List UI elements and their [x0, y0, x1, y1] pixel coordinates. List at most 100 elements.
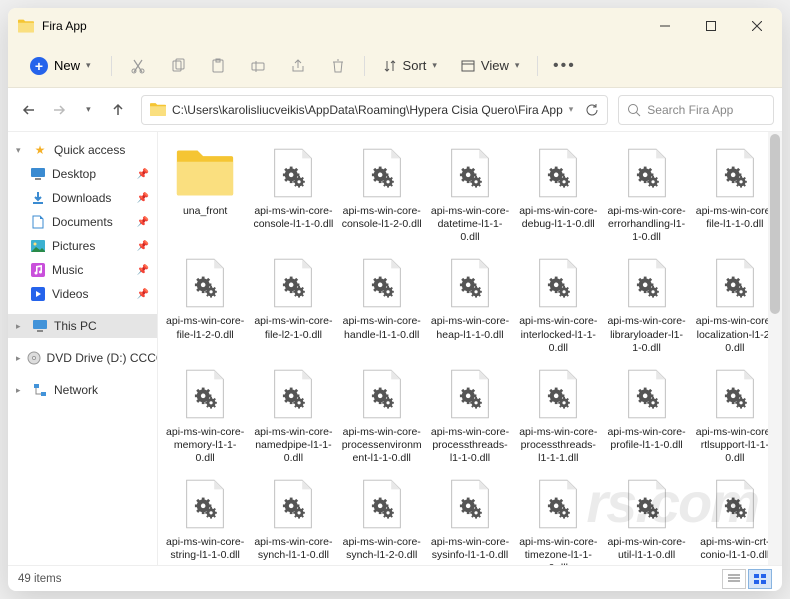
file-label: una_front [183, 205, 227, 218]
pin-icon: 📌 [137, 241, 149, 252]
file-item[interactable]: api-ms-win-core-file-l1-1-0.dll [692, 140, 778, 248]
chevron-down-icon: ▾ [86, 60, 91, 71]
sidebar-item-music[interactable]: Music📌 [8, 258, 157, 282]
file-item[interactable]: api-ms-win-core-heap-l1-1-0.dll [427, 250, 513, 358]
sidebar-label: DVD Drive (D:) CCCO [47, 351, 157, 365]
sidebar-item-desktop[interactable]: Desktop 📌 [8, 162, 157, 186]
search-bar[interactable]: Search Fira App [618, 95, 774, 125]
file-item[interactable]: api-ms-win-core-timezone-l1-1-0.dll [515, 471, 601, 565]
dll-file-icon [263, 144, 323, 202]
up-button[interactable] [105, 94, 131, 126]
file-item[interactable]: api-ms-win-core-errorhandling-l1-1-0.dll [603, 140, 689, 248]
pin-icon: 📌 [137, 289, 149, 300]
file-label: api-ms-win-core-debug-l1-1-0.dll [518, 205, 598, 231]
rename-button[interactable] [240, 50, 276, 82]
dll-file-icon [352, 144, 412, 202]
share-button[interactable] [280, 50, 316, 82]
pin-icon: 📌 [137, 169, 149, 180]
file-item[interactable]: api-ms-win-core-processthreads-l1-1-1.dl… [515, 361, 601, 469]
copy-button[interactable] [160, 50, 196, 82]
dll-file-icon [705, 254, 765, 312]
close-button[interactable] [734, 8, 780, 44]
file-item[interactable]: api-ms-win-core-sysinfo-l1-1-0.dll [427, 471, 513, 565]
file-item[interactable]: api-ms-win-core-processthreads-l1-1-0.dl… [427, 361, 513, 469]
file-item[interactable]: api-ms-win-core-rtlsupport-l1-1-0.dll [692, 361, 778, 469]
file-label: api-ms-win-core-datetime-l1-1-0.dll [430, 205, 510, 244]
documents-icon [30, 214, 46, 230]
icons-view-button[interactable] [748, 569, 772, 589]
dll-file-icon [263, 475, 323, 533]
new-button[interactable]: + New ▾ [18, 51, 103, 81]
more-button[interactable]: ••• [546, 50, 582, 82]
file-item[interactable]: api-ms-win-core-console-l1-1-0.dll [250, 140, 336, 248]
file-label: api-ms-win-core-timezone-l1-1-0.dll [518, 536, 598, 565]
file-item[interactable]: api-ms-win-core-debug-l1-1-0.dll [515, 140, 601, 248]
delete-button[interactable] [320, 50, 356, 82]
sidebar-item-label: Documents [52, 215, 131, 229]
paste-button[interactable] [200, 50, 236, 82]
sidebar-dvd[interactable]: ▸ DVD Drive (D:) CCCO [8, 346, 157, 370]
sidebar-item-documents[interactable]: Documents📌 [8, 210, 157, 234]
file-item[interactable]: api-ms-win-core-interlocked-l1-1-0.dll [515, 250, 601, 358]
plus-icon: + [30, 57, 48, 75]
file-item[interactable]: api-ms-win-core-synch-l1-2-0.dll [339, 471, 425, 565]
file-item[interactable]: api-ms-win-core-namedpipe-l1-1-0.dll [250, 361, 336, 469]
pin-icon: 📌 [137, 193, 149, 204]
file-item[interactable]: api-ms-win-core-memory-l1-1-0.dll [162, 361, 248, 469]
scrollbar[interactable] [768, 132, 782, 565]
file-item[interactable]: api-ms-win-core-processenvironment-l1-1-… [339, 361, 425, 469]
sidebar-item-downloads[interactable]: Downloads📌 [8, 186, 157, 210]
sidebar-item-label: Videos [52, 287, 131, 301]
cut-button[interactable] [120, 50, 156, 82]
back-button[interactable] [16, 94, 42, 126]
minimize-button[interactable] [642, 8, 688, 44]
file-item[interactable]: api-ms-win-crt-conio-l1-1-0.dll [692, 471, 778, 565]
file-item[interactable]: api-ms-win-core-file-l2-1-0.dll [250, 250, 336, 358]
file-content[interactable]: una_front api-ms-win-core-console-l1-1-0.… [158, 132, 782, 565]
sidebar-item-videos[interactable]: Videos 📌 [8, 282, 157, 306]
statusbar: 49 items [8, 565, 782, 591]
file-item[interactable]: api-ms-win-core-libraryloader-l1-1-0.dll [603, 250, 689, 358]
sidebar-item-pictures[interactable]: Pictures📌 [8, 234, 157, 258]
chevron-right-icon: ▸ [16, 353, 21, 364]
folder-item[interactable]: una_front [162, 140, 248, 248]
sidebar-item-label: Desktop [52, 167, 131, 181]
file-item[interactable]: api-ms-win-core-console-l1-2-0.dll [339, 140, 425, 248]
titlebar[interactable]: Fira App [8, 8, 782, 44]
desktop-icon [30, 166, 46, 182]
file-label: api-ms-win-core-sysinfo-l1-1-0.dll [430, 536, 510, 562]
sidebar-this-pc[interactable]: ▸ This PC [8, 314, 157, 338]
sidebar-quick-access[interactable]: ▾ ★ Quick access [8, 138, 157, 162]
scrollbar-thumb[interactable] [770, 134, 780, 314]
recent-button[interactable]: ▾ [75, 94, 101, 126]
sidebar-label: This PC [54, 319, 97, 333]
file-item[interactable]: api-ms-win-core-profile-l1-1-0.dll [603, 361, 689, 469]
file-item[interactable]: api-ms-win-core-util-l1-1-0.dll [603, 471, 689, 565]
file-item[interactable]: api-ms-win-core-localization-l1-2-0.dll [692, 250, 778, 358]
file-item[interactable]: api-ms-win-core-file-l1-2-0.dll [162, 250, 248, 358]
chevron-down-icon: ▾ [16, 145, 26, 156]
file-item[interactable]: api-ms-win-core-string-l1-1-0.dll [162, 471, 248, 565]
chevron-down-icon[interactable]: ▾ [569, 104, 574, 115]
dll-file-icon [617, 254, 677, 312]
file-item[interactable]: api-ms-win-core-handle-l1-1-0.dll [339, 250, 425, 358]
file-label: api-ms-win-core-processthreads-l1-1-1.dl… [518, 426, 598, 465]
forward-button[interactable] [46, 94, 72, 126]
file-label: api-ms-win-core-memory-l1-1-0.dll [165, 426, 245, 465]
sidebar-label: Quick access [54, 143, 125, 157]
sidebar-network[interactable]: ▸ Network [8, 378, 157, 402]
chevron-right-icon: ▸ [16, 321, 26, 332]
refresh-button[interactable] [585, 103, 599, 117]
folder-icon [150, 103, 166, 116]
view-button[interactable]: View ▾ [451, 50, 529, 82]
sort-button[interactable]: Sort ▾ [373, 50, 447, 82]
address-bar[interactable]: C:\Users\karolisliucveikis\AppData\Roami… [141, 95, 608, 125]
file-item[interactable]: api-ms-win-core-synch-l1-1-0.dll [250, 471, 336, 565]
file-item[interactable]: api-ms-win-core-datetime-l1-1-0.dll [427, 140, 513, 248]
dll-file-icon [617, 365, 677, 423]
maximize-button[interactable] [688, 8, 734, 44]
details-view-button[interactable] [722, 569, 746, 589]
dll-file-icon [705, 144, 765, 202]
file-label: api-ms-win-core-console-l1-1-0.dll [253, 205, 333, 231]
separator [111, 56, 112, 76]
